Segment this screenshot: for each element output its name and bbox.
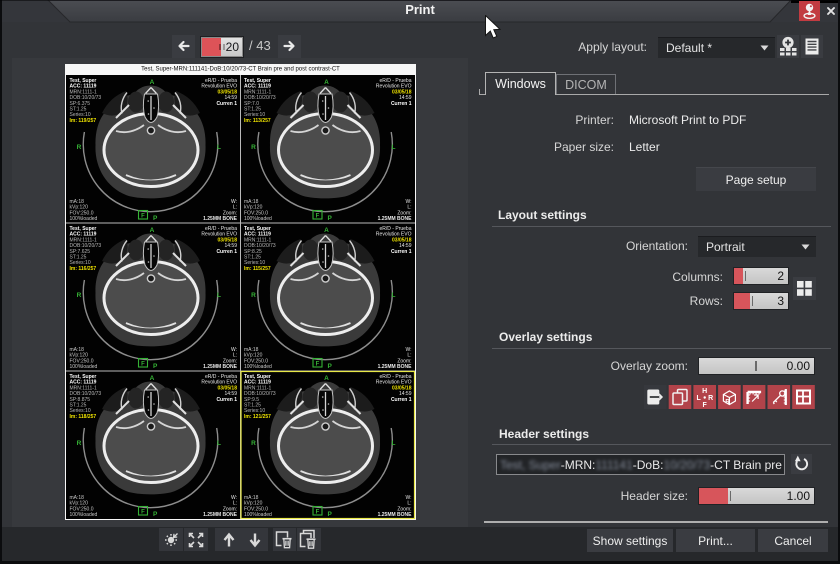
svg-text:L: L	[697, 395, 702, 402]
svg-text:L: L	[217, 292, 221, 299]
svg-text:F: F	[316, 214, 320, 220]
svg-text:R: R	[251, 292, 256, 299]
svg-text:R: R	[77, 144, 82, 151]
svg-text:Test, Super-MRN:111141-DoB:10/: Test, Super-MRN:111141-DoB:10/20/73-CT B…	[141, 67, 340, 73]
svg-text:A: A	[150, 79, 155, 86]
svg-text:Curren 1: Curren 1	[391, 101, 412, 107]
svg-text:Im: 118/257: Im: 118/257	[70, 414, 97, 420]
svg-text:Curren 1: Curren 1	[216, 101, 237, 107]
svg-text:100%loaded: 100%loaded	[70, 512, 98, 518]
svg-text:100%loaded: 100%loaded	[244, 364, 272, 370]
svg-text:A: A	[324, 227, 329, 234]
svg-text:Curren 1: Curren 1	[391, 249, 412, 255]
svg-text:A: A	[324, 375, 329, 382]
svg-text:1.25MM BONE: 1.25MM BONE	[203, 216, 238, 222]
svg-text:100%loaded: 100%loaded	[70, 364, 98, 370]
svg-text:Curren 1: Curren 1	[391, 397, 412, 403]
svg-text:F: F	[141, 362, 145, 368]
svg-text:R: R	[725, 400, 730, 406]
svg-text:P: P	[328, 215, 333, 222]
svg-text:H: H	[702, 388, 707, 395]
svg-text:Im: 115/257: Im: 115/257	[244, 266, 271, 272]
svg-text:Im: 121/257: Im: 121/257	[244, 414, 271, 420]
svg-text:1.25MM BONE: 1.25MM BONE	[378, 512, 413, 518]
svg-text:P: P	[153, 511, 158, 518]
svg-text:Curren 1: Curren 1	[216, 249, 237, 255]
svg-text:L: L	[392, 440, 396, 447]
svg-text:F: F	[141, 510, 145, 516]
svg-text:1.25MM BONE: 1.25MM BONE	[378, 364, 413, 370]
svg-text:F: F	[141, 214, 145, 220]
svg-text:Im: 116/257: Im: 116/257	[70, 266, 97, 272]
svg-text:L: L	[217, 440, 221, 447]
svg-text:R: R	[251, 144, 256, 151]
svg-text:F: F	[316, 510, 320, 516]
svg-text:Curren 1: Curren 1	[216, 397, 237, 403]
svg-text:R: R	[77, 440, 82, 447]
svg-text:A: A	[150, 227, 155, 234]
svg-text:100%loaded: 100%loaded	[70, 216, 98, 222]
svg-text:Im: 119/257: Im: 119/257	[70, 118, 97, 124]
svg-text:1.25MM BONE: 1.25MM BONE	[203, 512, 238, 518]
svg-text:R: R	[708, 395, 713, 402]
svg-text:1.25MM BONE: 1.25MM BONE	[378, 216, 413, 222]
svg-text:100%loaded: 100%loaded	[244, 512, 272, 518]
svg-text:Im: 113/257: Im: 113/257	[244, 118, 271, 124]
svg-text:100%loaded: 100%loaded	[244, 216, 272, 222]
svg-text:F: F	[316, 362, 320, 368]
svg-text:P: P	[328, 363, 333, 370]
svg-text:A: A	[324, 79, 329, 86]
svg-text:R: R	[251, 440, 256, 447]
svg-text:L: L	[392, 292, 396, 299]
svg-text:F: F	[703, 402, 708, 409]
svg-text:A: A	[150, 375, 155, 382]
svg-text:L: L	[392, 144, 396, 151]
svg-text:1.25MM BONE: 1.25MM BONE	[203, 364, 238, 370]
svg-text:P: P	[328, 511, 333, 518]
svg-text:P: P	[153, 363, 158, 370]
svg-text:L: L	[217, 144, 221, 151]
svg-text:P: P	[153, 215, 158, 222]
svg-text:R: R	[77, 292, 82, 299]
